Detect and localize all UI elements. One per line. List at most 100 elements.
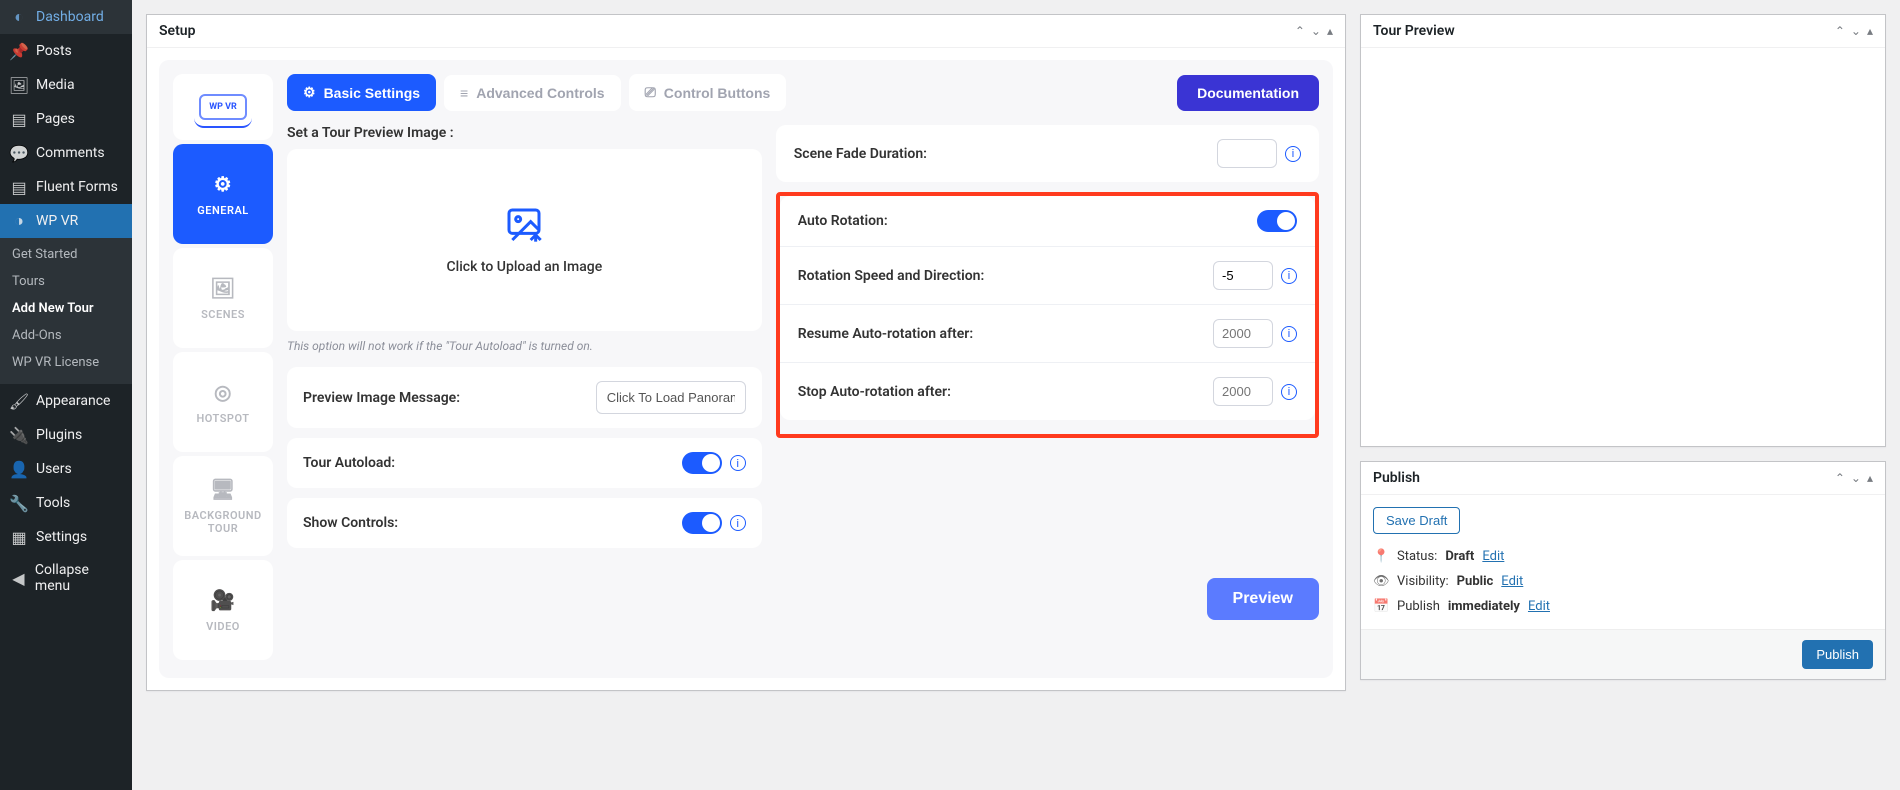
submenu-add-new-tour[interactable]: Add New Tour <box>0 295 132 322</box>
panel-toggle-icon[interactable]: ▴ <box>1867 471 1873 485</box>
vtab-general[interactable]: ⚙GENERAL <box>173 144 273 244</box>
submenu-get-started[interactable]: Get Started <box>0 241 132 268</box>
resume-rotation-label: Resume Auto-rotation after: <box>798 326 973 342</box>
edit-visibility-link[interactable]: Edit <box>1501 574 1523 589</box>
rotation-speed-label: Rotation Speed and Direction: <box>798 268 985 284</box>
video-icon: 🎥 <box>210 588 235 612</box>
menu-media[interactable]: 🖼Media <box>0 68 132 102</box>
info-icon[interactable]: i <box>1285 146 1301 162</box>
image-uploader[interactable]: Click to Upload an Image <box>287 149 762 331</box>
setup-panel: Setup ⌃ ⌄ ▴ WP VR <box>146 14 1346 691</box>
visibility-value: Public <box>1457 574 1494 589</box>
resume-rotation-input[interactable] <box>1213 319 1273 348</box>
dashboard-icon: ◐ <box>10 8 28 26</box>
info-icon[interactable]: i <box>1281 384 1297 400</box>
info-icon[interactable]: i <box>730 455 746 471</box>
upload-image-icon <box>504 205 544 245</box>
edit-status-link[interactable]: Edit <box>1482 549 1504 564</box>
auto-rotation-label: Auto Rotation: <box>798 213 888 229</box>
wpvr-logo: WP VR <box>173 74 273 140</box>
menu-tools[interactable]: 🔧Tools <box>0 486 132 520</box>
menu-wpvr[interactable]: ◑WP VR <box>0 204 132 238</box>
wrench-icon: 🔧 <box>10 494 28 512</box>
sliders-icon: ≡ <box>460 85 468 101</box>
menu-users[interactable]: 👤Users <box>0 452 132 486</box>
tour-preview-title: Tour Preview <box>1373 23 1455 39</box>
menu-posts[interactable]: 📌Posts <box>0 34 132 68</box>
pin-icon: 📍 <box>1373 549 1389 564</box>
calendar-icon: 📅 <box>1373 599 1389 614</box>
edit-publish-link[interactable]: Edit <box>1528 599 1550 614</box>
auto-rotation-highlight: Auto Rotation: Rotation Speed and Direct… <box>776 192 1319 438</box>
panel-down-icon[interactable]: ⌄ <box>1311 24 1321 38</box>
menu-plugins[interactable]: 🔌Plugins <box>0 418 132 452</box>
panel-down-icon[interactable]: ⌄ <box>1851 471 1861 485</box>
menu-settings[interactable]: ▦Settings <box>0 520 132 554</box>
vtab-video[interactable]: 🎥VIDEO <box>173 560 273 660</box>
preview-button[interactable]: Preview <box>1207 578 1319 620</box>
upload-text: Click to Upload an Image <box>447 259 603 275</box>
tour-preview-body <box>1361 48 1885 446</box>
setup-title: Setup <box>159 23 195 39</box>
panel-toggle-icon[interactable]: ▴ <box>1867 24 1873 38</box>
rotation-speed-input[interactable] <box>1213 261 1273 290</box>
tour-autoload-label: Tour Autoload: <box>303 455 395 471</box>
menu-pages[interactable]: ▤Pages <box>0 102 132 136</box>
tab-control-buttons[interactable]: ⎚Control Buttons <box>629 74 787 111</box>
submenu-addons[interactable]: Add-Ons <box>0 322 132 349</box>
user-icon: 👤 <box>10 460 28 478</box>
vr-icon: ◑ <box>10 212 28 230</box>
panel-up-icon[interactable]: ⌃ <box>1835 471 1845 485</box>
panel-up-icon[interactable]: ⌃ <box>1295 24 1305 38</box>
pin-icon: 📌 <box>10 42 28 60</box>
panel-toggle-icon[interactable]: ▴ <box>1327 24 1333 38</box>
stop-rotation-input[interactable] <box>1213 377 1273 406</box>
show-controls-label: Show Controls: <box>303 515 398 531</box>
gear-icon: ⚙ <box>214 172 232 196</box>
pages-icon: ▤ <box>10 110 28 128</box>
menu-comments[interactable]: 💬Comments <box>0 136 132 170</box>
tab-advanced-controls[interactable]: ≡Advanced Controls <box>444 75 621 111</box>
info-icon[interactable]: i <box>1281 268 1297 284</box>
tour-autoload-toggle[interactable] <box>682 452 722 474</box>
autoload-note: This option will not work if the "Tour A… <box>287 339 762 353</box>
publish-panel: Publish ⌃ ⌄ ▴ Save Draft 📍 Status: Draft… <box>1360 461 1886 680</box>
stop-rotation-label: Stop Auto-rotation after: <box>798 384 951 400</box>
panel-up-icon[interactable]: ⌃ <box>1835 24 1845 38</box>
publish-value: immediately <box>1448 599 1520 614</box>
scene-fade-input[interactable] <box>1217 139 1277 168</box>
publish-title: Publish <box>1373 470 1420 486</box>
info-icon[interactable]: i <box>1281 326 1297 342</box>
image-icon: 🖼 <box>210 276 236 300</box>
eye-icon: 👁 <box>1373 574 1389 589</box>
show-controls-toggle[interactable] <box>682 512 722 534</box>
comments-icon: 💬 <box>10 144 28 162</box>
preview-image-label: Set a Tour Preview Image : <box>287 125 762 141</box>
tour-preview-panel: Tour Preview ⌃ ⌄ ▴ <box>1360 14 1886 447</box>
preview-message-input[interactable] <box>596 381 746 414</box>
submenu-tours[interactable]: Tours <box>0 268 132 295</box>
brush-icon: 🖌 <box>10 392 28 410</box>
vtab-hotspot[interactable]: ◎HOTSPOT <box>173 352 273 452</box>
target-icon: ◎ <box>214 380 232 404</box>
publish-button[interactable]: Publish <box>1802 640 1873 669</box>
menu-appearance[interactable]: 🖌Appearance <box>0 384 132 418</box>
save-draft-button[interactable]: Save Draft <box>1373 507 1460 534</box>
publish-label: Publish <box>1397 599 1440 614</box>
documentation-button[interactable]: Documentation <box>1177 75 1319 111</box>
info-icon[interactable]: i <box>730 515 746 531</box>
menu-dashboard[interactable]: ◐Dashboard <box>0 0 132 34</box>
auto-rotation-toggle[interactable] <box>1257 210 1297 232</box>
sliders-icon: ▦ <box>10 528 28 546</box>
panel-down-icon[interactable]: ⌄ <box>1851 24 1861 38</box>
tab-basic-settings[interactable]: ⚙Basic Settings <box>287 74 436 111</box>
media-icon: 🖼 <box>10 76 28 94</box>
display-icon: 🖥 <box>210 477 236 501</box>
submenu-license[interactable]: WP VR License <box>0 349 132 376</box>
menu-fluent-forms[interactable]: ▤Fluent Forms <box>0 170 132 204</box>
submenu-wpvr: Get Started Tours Add New Tour Add-Ons W… <box>0 238 132 384</box>
vtab-scenes[interactable]: 🖼SCENES <box>173 248 273 348</box>
vtab-background-tour[interactable]: 🖥BACKGROUND TOUR <box>173 456 273 556</box>
scene-fade-label: Scene Fade Duration: <box>794 146 927 162</box>
menu-collapse[interactable]: ◀Collapse menu <box>0 554 132 602</box>
